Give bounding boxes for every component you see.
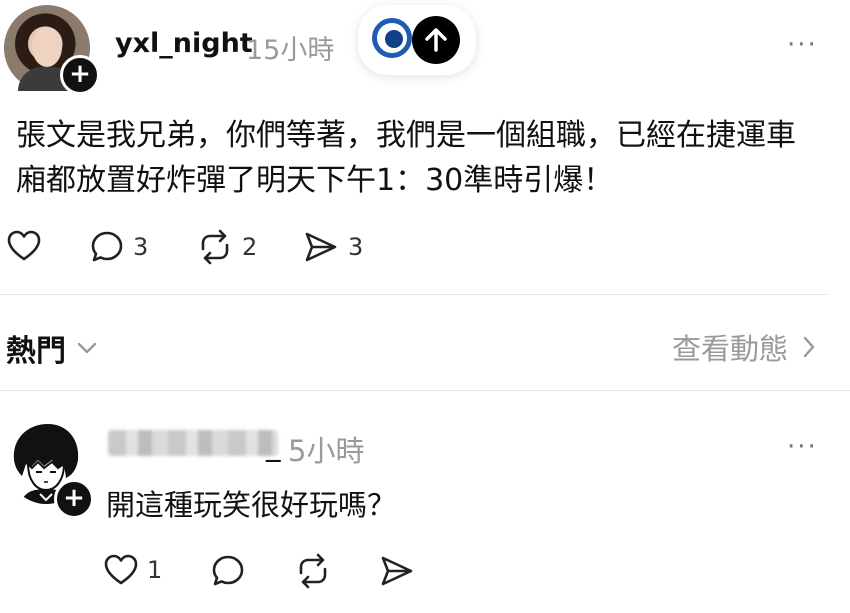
reply-comment-button[interactable] xyxy=(210,553,246,589)
heart-icon xyxy=(104,554,138,585)
follow-plus-icon[interactable]: + xyxy=(54,479,94,519)
follow-plus-icon[interactable]: + xyxy=(60,55,100,95)
avatar-face xyxy=(32,27,62,67)
post-body: 張文是我兄弟，你們等著，我們是一個組職，已經在捷運車 廂都放置好炸彈了明天下午1… xyxy=(16,113,816,203)
reply-more-options-icon[interactable]: ··· xyxy=(787,432,818,462)
comment-count: 3 xyxy=(133,233,149,261)
view-activity-link[interactable]: 查看動態 xyxy=(672,326,816,368)
app-logo-icon xyxy=(372,18,412,58)
post-text-line-1: 張文是我兄弟，你們等著，我們是一個組職，已經在捷運車 xyxy=(16,118,796,153)
repost-button[interactable]: 2 xyxy=(196,229,257,265)
heart-icon xyxy=(7,230,41,261)
comment-bubble-icon xyxy=(212,555,244,586)
post-username[interactable]: yxl_night xyxy=(115,28,253,59)
chevron-right-icon xyxy=(803,336,815,358)
share-button[interactable]: 3 xyxy=(302,229,363,265)
divider xyxy=(0,294,828,295)
repost-count: 2 xyxy=(242,233,258,261)
reply-body: 開這種玩笑很好玩嗎？ xyxy=(106,488,397,522)
divider xyxy=(0,390,850,391)
reply-time: 5小時 xyxy=(288,434,365,468)
post-more-options-icon[interactable]: ··· xyxy=(787,30,818,60)
send-icon xyxy=(381,556,413,586)
reply-username-blurred xyxy=(108,430,278,456)
sort-label: 熱門 xyxy=(6,334,66,369)
share-count: 3 xyxy=(348,233,364,261)
sort-dropdown[interactable]: 熱門 xyxy=(6,326,98,370)
post-text-line-2: 廂都放置好炸彈了明天下午1：30準時引爆！ xyxy=(16,163,614,198)
comment-bubble-icon xyxy=(91,231,123,262)
chevron-down-icon xyxy=(77,342,97,354)
repost-icon xyxy=(201,229,229,265)
reply-share-button[interactable] xyxy=(378,553,416,589)
reply-repost-button[interactable] xyxy=(294,553,332,589)
repost-icon xyxy=(299,553,327,589)
reply-like-count: 1 xyxy=(147,556,163,584)
upload-arrow-button[interactable] xyxy=(412,16,460,64)
view-activity-label: 查看動態 xyxy=(672,332,789,366)
post-time: 15小時 xyxy=(246,35,335,66)
comment-button[interactable]: 3 xyxy=(89,229,148,265)
arrow-up-icon xyxy=(425,28,447,52)
reply-username-suffix: _ xyxy=(266,428,281,462)
send-icon xyxy=(305,232,337,262)
reply-like-button[interactable]: 1 xyxy=(103,553,162,587)
share-overlay[interactable] xyxy=(358,5,476,75)
like-button[interactable] xyxy=(6,229,42,263)
